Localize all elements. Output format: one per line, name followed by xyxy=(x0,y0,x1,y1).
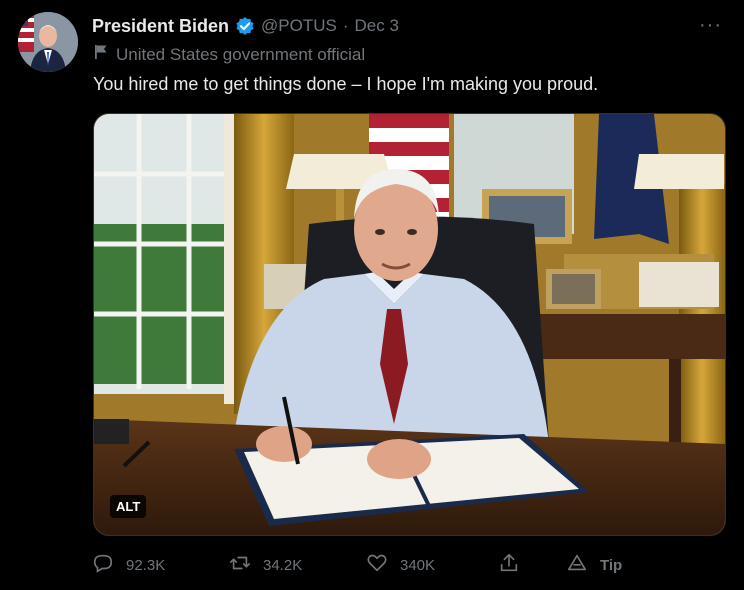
reply-icon xyxy=(92,552,114,578)
like-button[interactable]: 340K xyxy=(366,552,435,578)
tip-button[interactable]: Tip xyxy=(566,552,622,578)
author-handle[interactable]: @POTUS xyxy=(261,16,337,36)
reply-button[interactable]: 92.3K xyxy=(92,552,165,578)
retweet-count: 34.2K xyxy=(263,556,303,574)
label-text: United States government official xyxy=(116,44,366,64)
share-button[interactable] xyxy=(498,552,520,578)
reply-count: 92.3K xyxy=(126,556,166,574)
author-name[interactable]: President Biden xyxy=(92,16,229,37)
share-icon xyxy=(498,552,520,578)
more-icon[interactable]: ··· xyxy=(699,14,722,37)
tweet-photo[interactable] xyxy=(93,113,726,536)
tip-icon xyxy=(566,552,588,578)
avatar[interactable] xyxy=(18,12,78,72)
verified-badge-icon xyxy=(235,16,255,36)
tweet-date[interactable]: Dec 3 xyxy=(355,16,399,36)
government-label[interactable]: United States government official xyxy=(94,44,365,65)
flag-icon xyxy=(94,44,108,65)
separator-dot: · xyxy=(342,16,349,35)
retweet-icon xyxy=(229,552,251,578)
retweet-button[interactable]: 34.2K xyxy=(229,552,302,578)
tweet-text: You hired me to get things done – I hope… xyxy=(93,74,599,94)
heart-icon xyxy=(366,552,388,578)
alt-badge[interactable]: ALT xyxy=(110,495,147,518)
like-count: 340K xyxy=(400,556,436,574)
tweet-header: President Biden @POTUS · Dec 3 xyxy=(92,14,399,38)
tip-label: Tip xyxy=(600,556,623,574)
